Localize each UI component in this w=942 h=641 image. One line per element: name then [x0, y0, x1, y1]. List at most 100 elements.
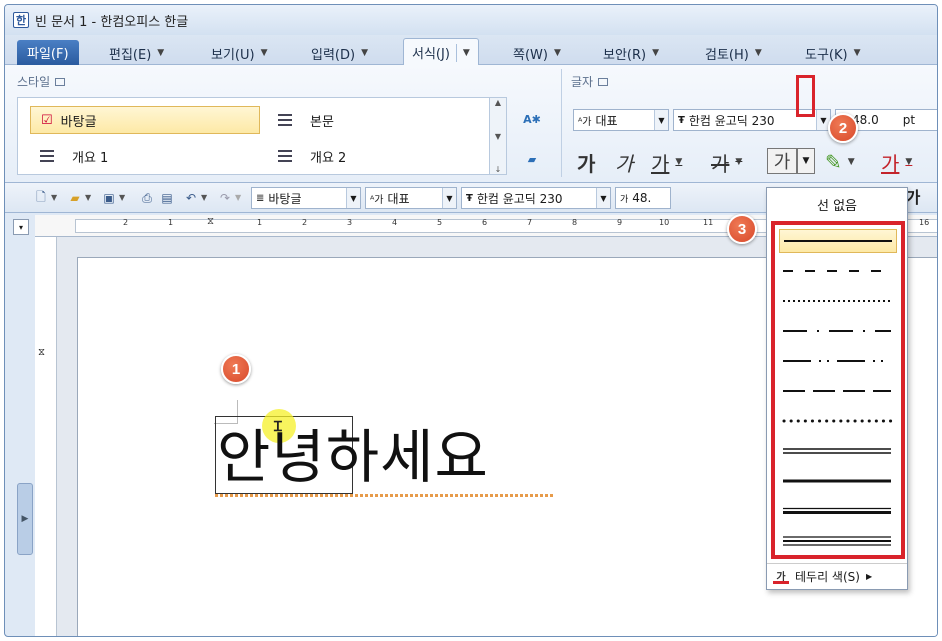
- highlighter-icon: ✎: [825, 150, 842, 174]
- style-folder-icon[interactable]: ▰: [517, 145, 547, 173]
- ruler-mark: 1: [257, 218, 263, 227]
- open-folder-icon[interactable]: ▰: [67, 190, 83, 206]
- toolbar-language-combo[interactable]: ᴬ가 대표 ▼: [365, 187, 457, 209]
- chevron-down-icon[interactable]: ▼: [654, 110, 668, 130]
- highlighter-button[interactable]: ✎ ▼: [825, 149, 855, 175]
- style-item-outline-1[interactable]: 개요 1: [30, 142, 260, 170]
- chevron-down-icon[interactable]: ▼: [51, 193, 57, 202]
- chevron-down-icon[interactable]: ▼: [442, 188, 456, 208]
- line-style-long-dash[interactable]: [779, 379, 897, 403]
- chevron-down-icon[interactable]: ▼: [201, 193, 207, 202]
- line-style-thick[interactable]: [779, 469, 897, 493]
- step-badge-1: 1: [221, 354, 251, 384]
- char-border-button[interactable]: 가: [767, 148, 797, 174]
- preview-icon[interactable]: ▤: [159, 190, 175, 206]
- menu-security[interactable]: 보안(R) ▼: [603, 41, 659, 65]
- gallery-expand-icon[interactable]: ↓: [495, 165, 502, 174]
- style-item-body[interactable]: 본문: [268, 106, 488, 134]
- save-icon[interactable]: ▣: [101, 190, 117, 206]
- language-icon: ᴬ가: [578, 116, 592, 128]
- line-style-dot[interactable]: [779, 289, 897, 313]
- expand-icon[interactable]: [55, 77, 66, 86]
- menu-tools[interactable]: 도구(K) ▼: [805, 41, 861, 65]
- menu-page[interactable]: 쪽(W) ▼: [513, 41, 561, 65]
- chevron-down-icon[interactable]: ▼: [848, 157, 855, 167]
- line-style-thick-double[interactable]: [779, 499, 897, 523]
- language-icon: ᴬ가: [370, 194, 384, 206]
- chevron-down-icon[interactable]: ▼: [463, 48, 470, 58]
- scroll-up-icon[interactable]: ▲: [495, 98, 501, 107]
- line-style-double[interactable]: [779, 439, 897, 463]
- vertical-ruler[interactable]: ⧖: [35, 237, 57, 636]
- line-style-dash-dot[interactable]: [779, 319, 897, 343]
- paragraph-style-icon: [278, 150, 292, 162]
- char-border-dropdown[interactable]: ▼: [797, 148, 815, 174]
- font-icon: Ŧ: [466, 192, 473, 204]
- paragraph-style-icon: ≣: [256, 192, 265, 204]
- print-icon[interactable]: ⎙: [139, 190, 155, 206]
- vertical-indent-marker-icon[interactable]: ⧖: [38, 347, 45, 358]
- toolbar-size-combo[interactable]: 가 48.: [615, 187, 671, 209]
- line-style-solid[interactable]: [779, 229, 897, 253]
- font-color-button[interactable]: 가 ▼: [881, 149, 912, 176]
- menu-format[interactable]: 서식(J) ▼: [403, 38, 479, 66]
- redo-icon: ↷: [219, 191, 231, 205]
- ruler-corner-button[interactable]: ▾: [13, 219, 29, 235]
- step-badge-2: 2: [828, 113, 858, 143]
- document-text[interactable]: 안녕하세요: [217, 428, 489, 486]
- chevron-down-icon: ▼: [157, 48, 165, 58]
- chevron-down-icon[interactable]: ▼: [675, 157, 682, 167]
- expand-icon[interactable]: [598, 77, 609, 86]
- scroll-down-icon[interactable]: ▼: [495, 132, 501, 141]
- new-document-icon[interactable]: 🗋: [33, 190, 49, 206]
- chevron-down-icon[interactable]: ▼: [596, 188, 610, 208]
- line-style-round-dot[interactable]: [779, 409, 897, 433]
- ruler-mark: 3: [347, 218, 353, 227]
- chevron-down-icon[interactable]: ▼: [119, 193, 125, 202]
- toolbar-style-combo[interactable]: ≣ 바탕글 ▼: [251, 187, 361, 209]
- border-none-option[interactable]: 선 없음: [767, 188, 907, 220]
- style-item-outline-2[interactable]: 개요 2: [268, 142, 488, 170]
- title-bar: 한 빈 문서 1 - 한컴오피스 한글: [5, 5, 937, 35]
- italic-button[interactable]: 가: [615, 149, 633, 176]
- toolbar-font-combo[interactable]: Ŧ 한컴 윤고딕 230 ▼: [461, 187, 611, 209]
- ruler-mark: 11: [703, 218, 714, 227]
- strike-button[interactable]: 가 ▼: [711, 149, 742, 176]
- style-check-icon: ☑: [41, 112, 53, 128]
- underline-button[interactable]: 가 ▼: [651, 149, 682, 176]
- ruler-mark: 2: [302, 218, 308, 227]
- language-combo[interactable]: ᴬ가 대표 ▼: [573, 109, 669, 131]
- bold-button[interactable]: 가: [577, 149, 595, 176]
- chevron-down-icon[interactable]: ▼: [735, 157, 742, 167]
- border-color-option[interactable]: 가 테두리 색(S) ▶: [767, 563, 907, 589]
- chevron-down-icon[interactable]: ▼: [346, 188, 360, 208]
- menu-insert[interactable]: 입력(D) ▼: [311, 41, 368, 65]
- style-gallery: ☑ 바탕글 본문 개요 1 개요 2: [17, 97, 501, 175]
- menu-review[interactable]: 검토(H) ▼: [705, 41, 762, 65]
- chevron-down-icon: ▼: [553, 48, 561, 58]
- group-divider: [561, 69, 562, 177]
- border-color-icon: 가: [773, 570, 789, 584]
- hwp-app-icon[interactable]: 한: [13, 12, 29, 28]
- style-apply-icon[interactable]: A✱: [517, 105, 547, 133]
- chevron-down-icon[interactable]: ▼: [85, 193, 91, 202]
- line-style-dash-dot-dot[interactable]: [779, 349, 897, 373]
- side-panel-toggle[interactable]: ▶: [17, 483, 33, 555]
- style-gallery-scroll[interactable]: ▲ ▼ ↓: [489, 97, 507, 175]
- indent-marker-icon[interactable]: ⧖: [207, 216, 214, 227]
- line-style-triple[interactable]: [779, 529, 897, 553]
- callout-border-dropdown: [796, 75, 815, 117]
- size-icon: 가: [620, 194, 629, 205]
- app-window: 한 빈 문서 1 - 한컴오피스 한글 파일(F) 편집(E) ▼ 보기(U) ▼ …: [4, 4, 938, 637]
- undo-icon[interactable]: ↶: [183, 190, 199, 206]
- ruler-mark: 9: [617, 218, 623, 227]
- menu-edit[interactable]: 편집(E) ▼: [109, 41, 164, 65]
- menu-file[interactable]: 파일(F): [17, 40, 79, 65]
- style-item-batanggeul[interactable]: ☑ 바탕글: [30, 106, 260, 134]
- paragraph-style-icon: [278, 114, 292, 126]
- chevron-right-icon: ▶: [21, 514, 29, 524]
- line-style-dash[interactable]: [779, 259, 897, 283]
- chevron-down-icon: ▼: [853, 48, 861, 58]
- chevron-down-icon[interactable]: ▼: [905, 157, 912, 167]
- menu-view[interactable]: 보기(U) ▼: [211, 41, 268, 65]
